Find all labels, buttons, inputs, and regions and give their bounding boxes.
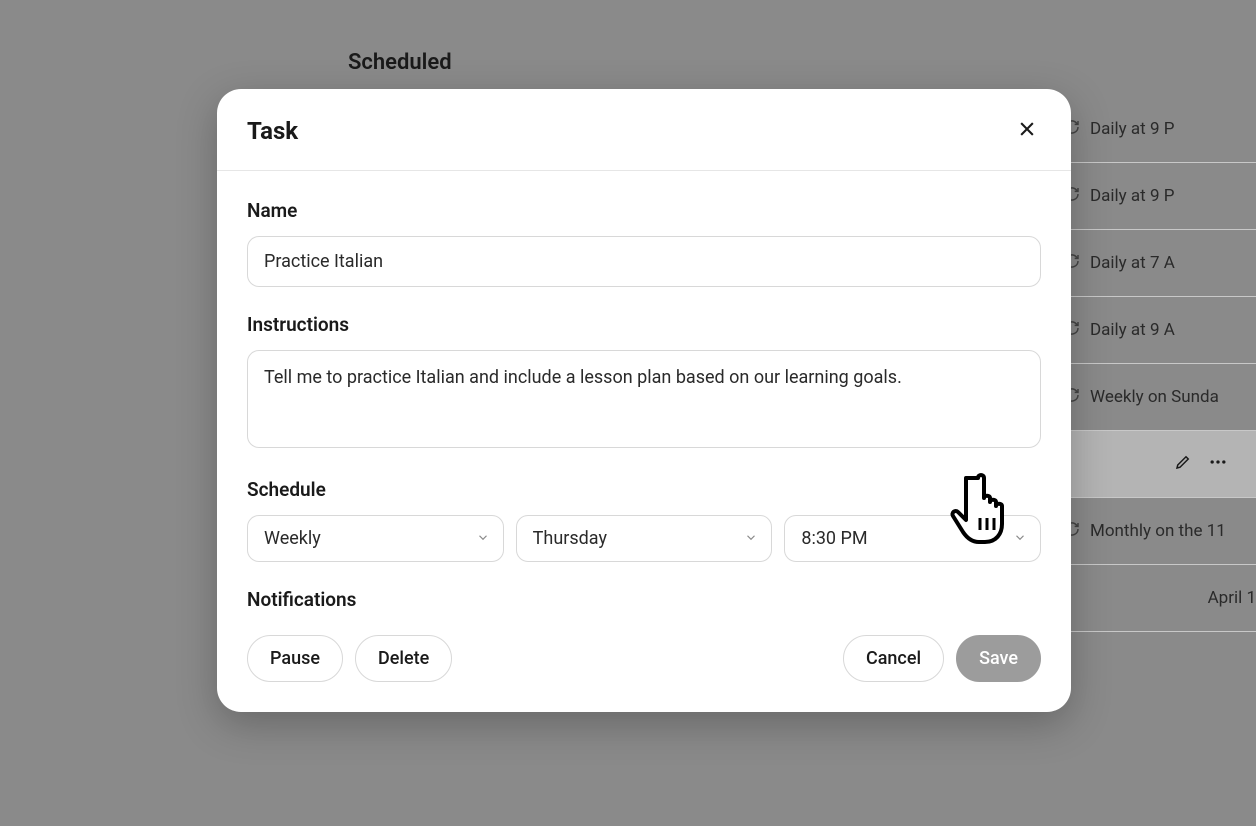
pause-button[interactable]: Pause (247, 635, 343, 682)
save-button[interactable]: Save (956, 635, 1041, 682)
name-input[interactable] (247, 236, 1041, 287)
schedule-field-group: Schedule Weekly Thursday (247, 478, 1041, 562)
modal-overlay: Task Name Instructions Schedule Wee (0, 0, 1256, 826)
schedule-label: Schedule (247, 478, 1041, 501)
time-select-wrap: 8:30 PM (784, 515, 1041, 562)
frequency-select[interactable]: Weekly (247, 515, 504, 562)
notifications-field-group: Notifications (247, 588, 1041, 611)
instructions-input[interactable] (247, 350, 1041, 448)
name-field-group: Name (247, 199, 1041, 287)
instructions-label: Instructions (247, 313, 1041, 336)
modal-title: Task (247, 117, 298, 145)
name-label: Name (247, 199, 1041, 222)
modal-footer: Pause Delete Cancel Save (217, 635, 1071, 712)
close-button[interactable] (1013, 115, 1041, 146)
modal-body: Name Instructions Schedule Weekly (217, 171, 1071, 635)
time-select[interactable]: 8:30 PM (784, 515, 1041, 562)
task-modal: Task Name Instructions Schedule Wee (217, 89, 1071, 712)
day-select-wrap: Thursday (516, 515, 773, 562)
modal-header: Task (217, 89, 1071, 171)
day-select[interactable]: Thursday (516, 515, 773, 562)
instructions-field-group: Instructions (247, 313, 1041, 452)
cancel-button[interactable]: Cancel (843, 635, 944, 682)
notifications-label: Notifications (247, 588, 1041, 611)
close-icon (1017, 119, 1037, 142)
frequency-select-wrap: Weekly (247, 515, 504, 562)
delete-button[interactable]: Delete (355, 635, 452, 682)
